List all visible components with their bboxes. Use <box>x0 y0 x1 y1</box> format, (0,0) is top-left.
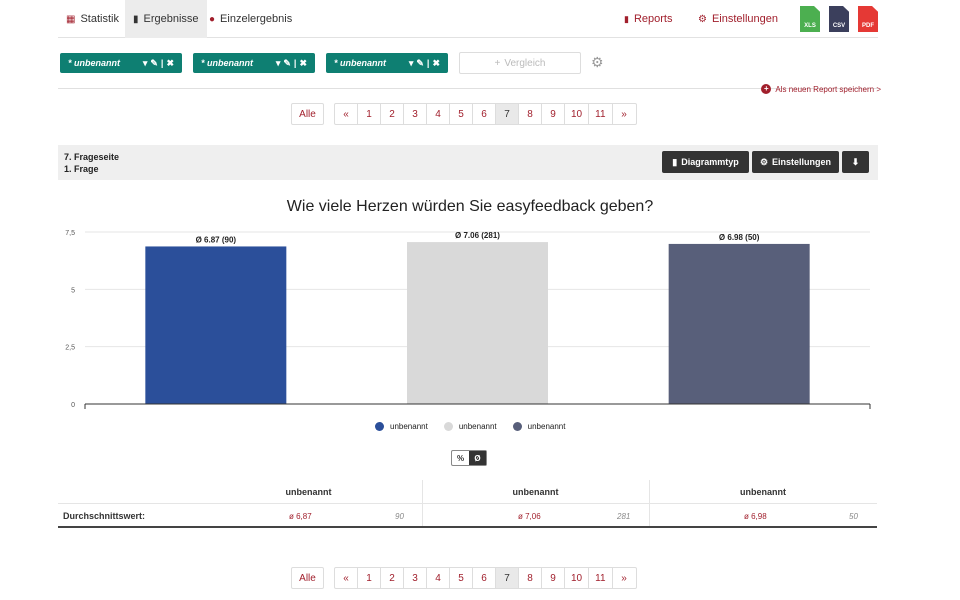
y-tick-label: 5 <box>71 287 75 294</box>
y-tick-label: 7,5 <box>65 230 75 237</box>
bar <box>145 246 287 404</box>
legend-dot <box>512 422 522 431</box>
column-header: unbenannt <box>740 487 786 497</box>
pagination-page[interactable]: 3 <box>404 568 427 588</box>
percent-toggle[interactable]: % <box>452 451 469 465</box>
data-label: Ø 7.06 (281) <box>455 231 500 240</box>
legend-item[interactable]: unbenannt <box>375 422 428 431</box>
pagination-page[interactable]: 8 <box>519 568 542 588</box>
pagination-page[interactable]: 9 <box>542 568 565 588</box>
row-label: Durchschnittswert: <box>63 511 146 521</box>
count-value: 281 <box>617 511 631 521</box>
data-label: Ø 6.87 (90) <box>196 235 237 244</box>
pagination-page[interactable]: 11 <box>589 568 613 588</box>
chart-legend: unbenannt unbenannt unbenannt <box>375 422 565 431</box>
pagination-page[interactable]: 2 <box>381 568 404 588</box>
y-tick-label: 0 <box>71 402 75 409</box>
average-toggle[interactable]: Ø <box>469 451 486 465</box>
pagination: «1 2 3 4 5 6 7 8 9 10 11» <box>334 567 637 589</box>
pagination-all-button[interactable]: Alle <box>291 567 324 589</box>
pagination-next[interactable]: » <box>613 568 636 588</box>
data-label: Ø 6.98 (50) <box>719 233 760 242</box>
pagination-page[interactable]: 6 <box>473 568 496 588</box>
average-value: ø 6,87 <box>289 511 312 521</box>
pagination-page[interactable]: 1 <box>358 568 381 588</box>
legend-dot <box>443 422 453 431</box>
legend-item[interactable]: unbenannt <box>512 422 565 431</box>
pagination-page[interactable]: 7 <box>496 568 519 588</box>
legend-item[interactable]: unbenannt <box>443 422 497 431</box>
count-value: 50 <box>849 511 858 521</box>
table-header: unbenannt unbenannt unbenannt <box>58 480 877 504</box>
y-tick-label: 2,5 <box>65 345 75 352</box>
pagination-page[interactable]: 10 <box>565 568 590 588</box>
bar-chart: 0 2,5 5 7,5 Ø 6.87 (90) Ø 7.06 (281) Ø 6.98 (5… <box>65 230 871 409</box>
legend-dot <box>375 422 384 431</box>
pagination-page[interactable]: 5 <box>450 568 473 588</box>
bar <box>668 243 810 404</box>
pagination-prev[interactable]: « <box>335 568 358 588</box>
column-header: unbenannt <box>285 487 332 497</box>
bar <box>407 242 548 404</box>
table-row: Durchschnittswert: ø 6,87 90 ø 7,06 281 … <box>58 504 877 528</box>
average-value: ø 7,06 <box>518 511 541 521</box>
pagination-page[interactable]: 4 <box>427 568 450 588</box>
value-mode-toggle: % Ø <box>451 450 487 466</box>
count-value: 90 <box>395 511 404 521</box>
average-value: ø 6,98 <box>744 511 767 521</box>
column-header: unbenannt <box>512 487 559 497</box>
